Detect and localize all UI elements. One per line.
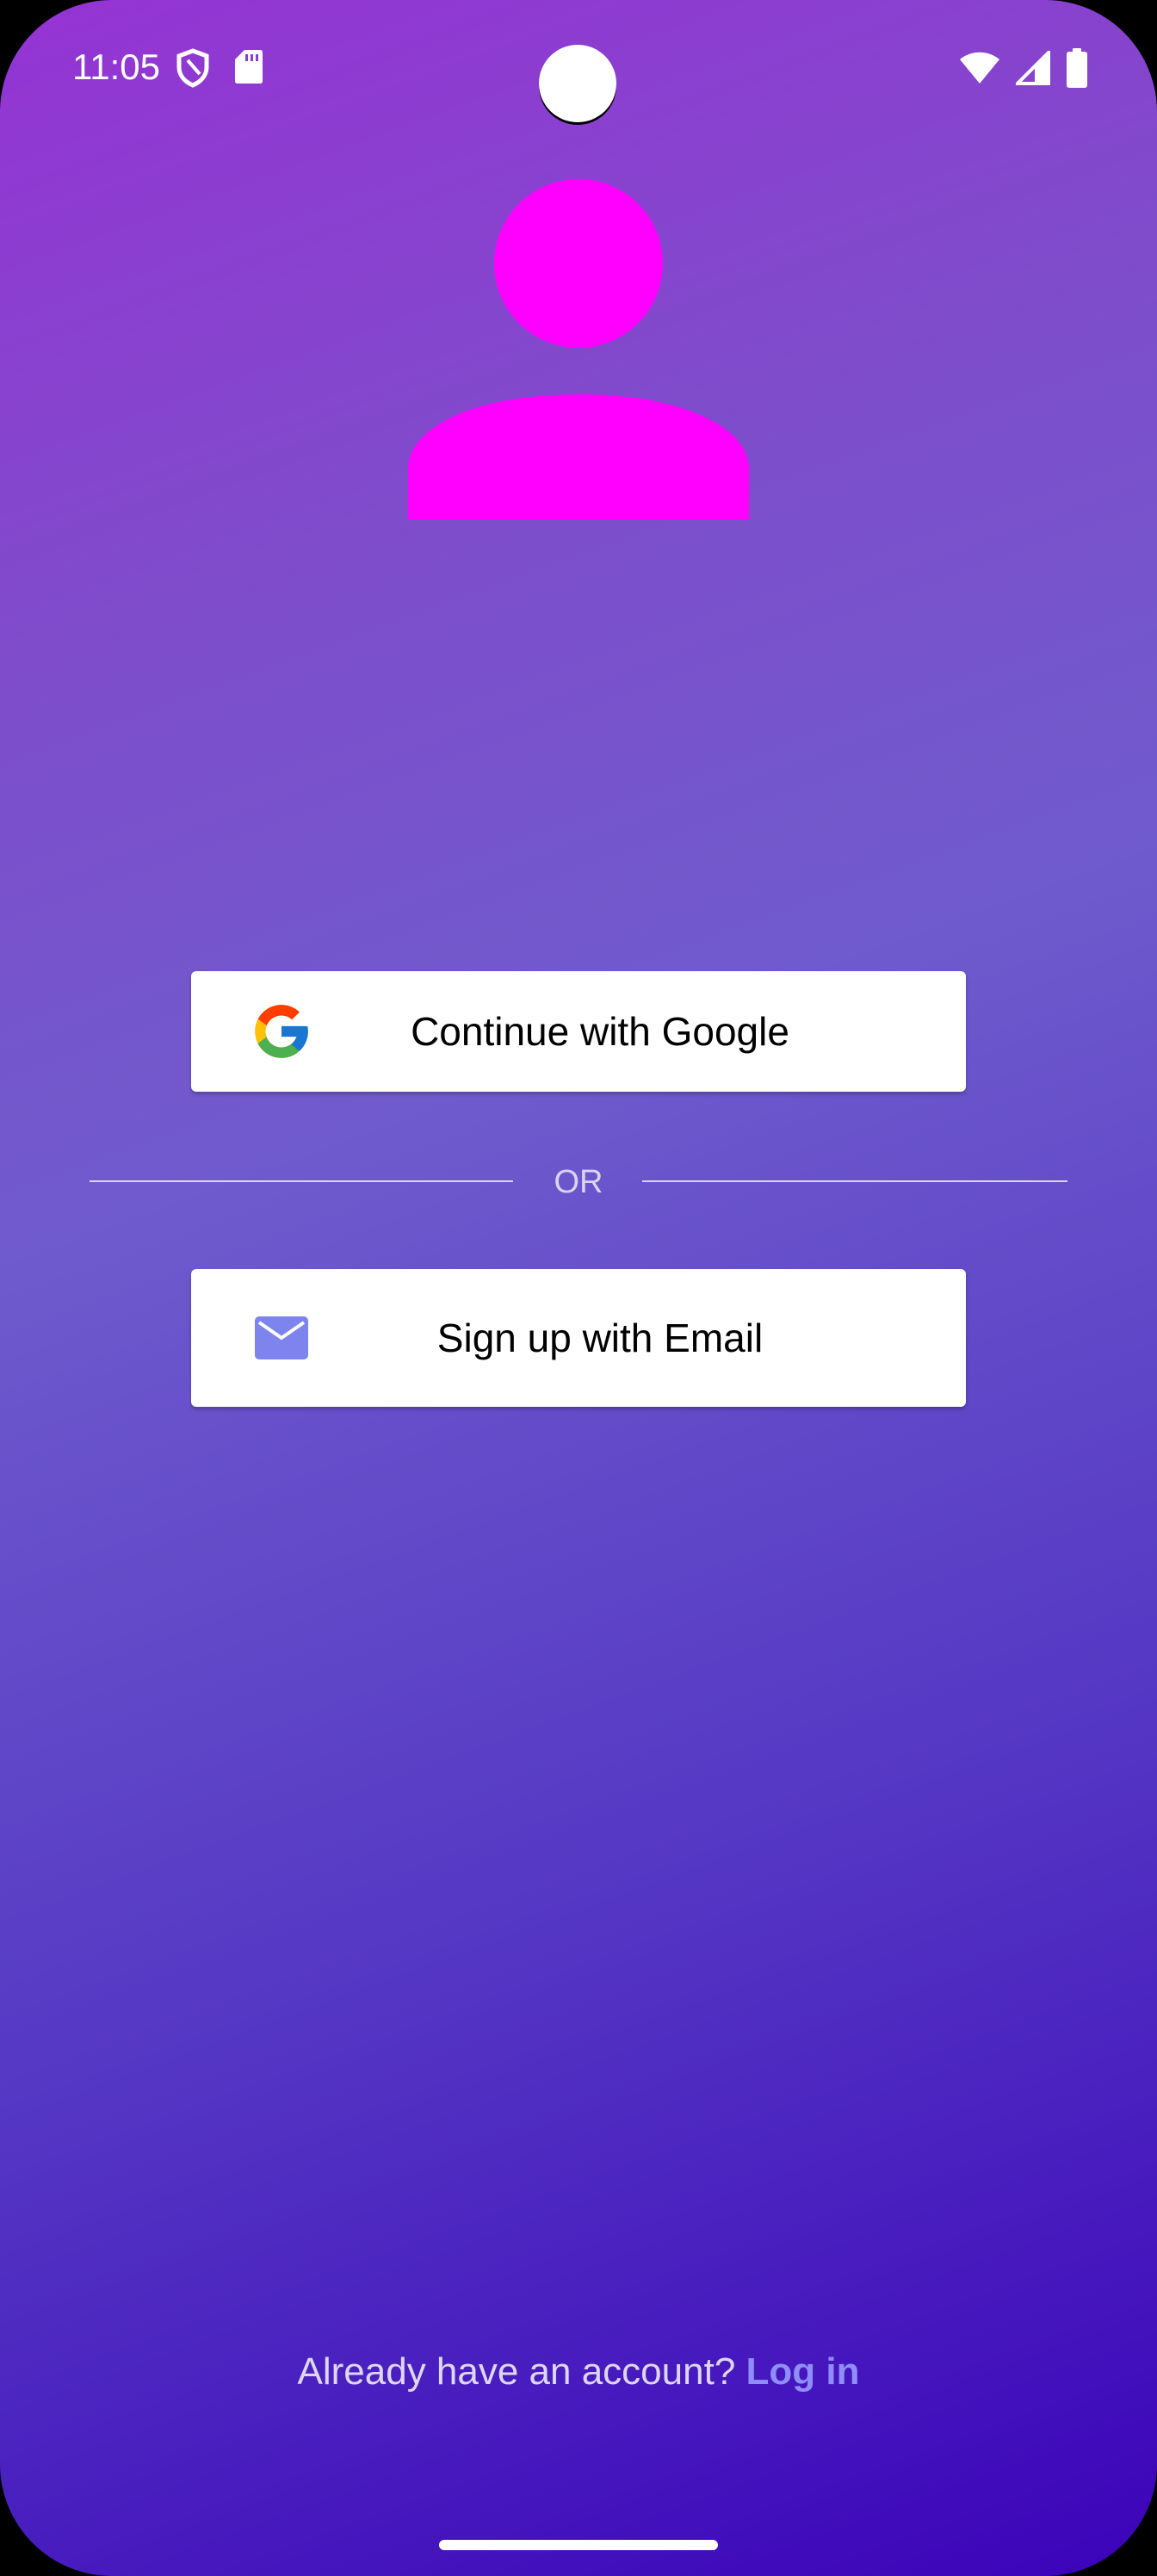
status-right-icons [959,48,1088,88]
google-g-icon [250,1000,313,1063]
login-prompt: Already have an account? Log in [0,2350,1157,2393]
divider-line-right [642,1180,1067,1182]
divider-or-text: OR [554,1164,603,1200]
continue-with-google-button[interactable]: Continue with Google [191,971,966,1092]
shield-icon [176,48,209,88]
sd-card-icon [235,50,263,84]
log-in-link[interactable]: Log in [746,2350,860,2393]
login-prompt-text: Already have an account? [297,2350,746,2393]
signal-icon [1016,51,1050,85]
login-screen: 11:05 Continue with Google OR Sign up wi… [0,0,1157,2576]
person-icon [408,179,749,520]
status-left-icons [176,48,263,88]
wifi-icon [960,52,999,84]
mail-icon [250,1306,313,1370]
front-camera [539,45,616,122]
battery-icon [1067,48,1087,88]
sign-up-with-email-button[interactable]: Sign up with Email [191,1269,966,1407]
divider-line-left [90,1180,513,1182]
home-indicator[interactable] [439,2540,718,2550]
status-time: 11:05 [72,46,160,87]
